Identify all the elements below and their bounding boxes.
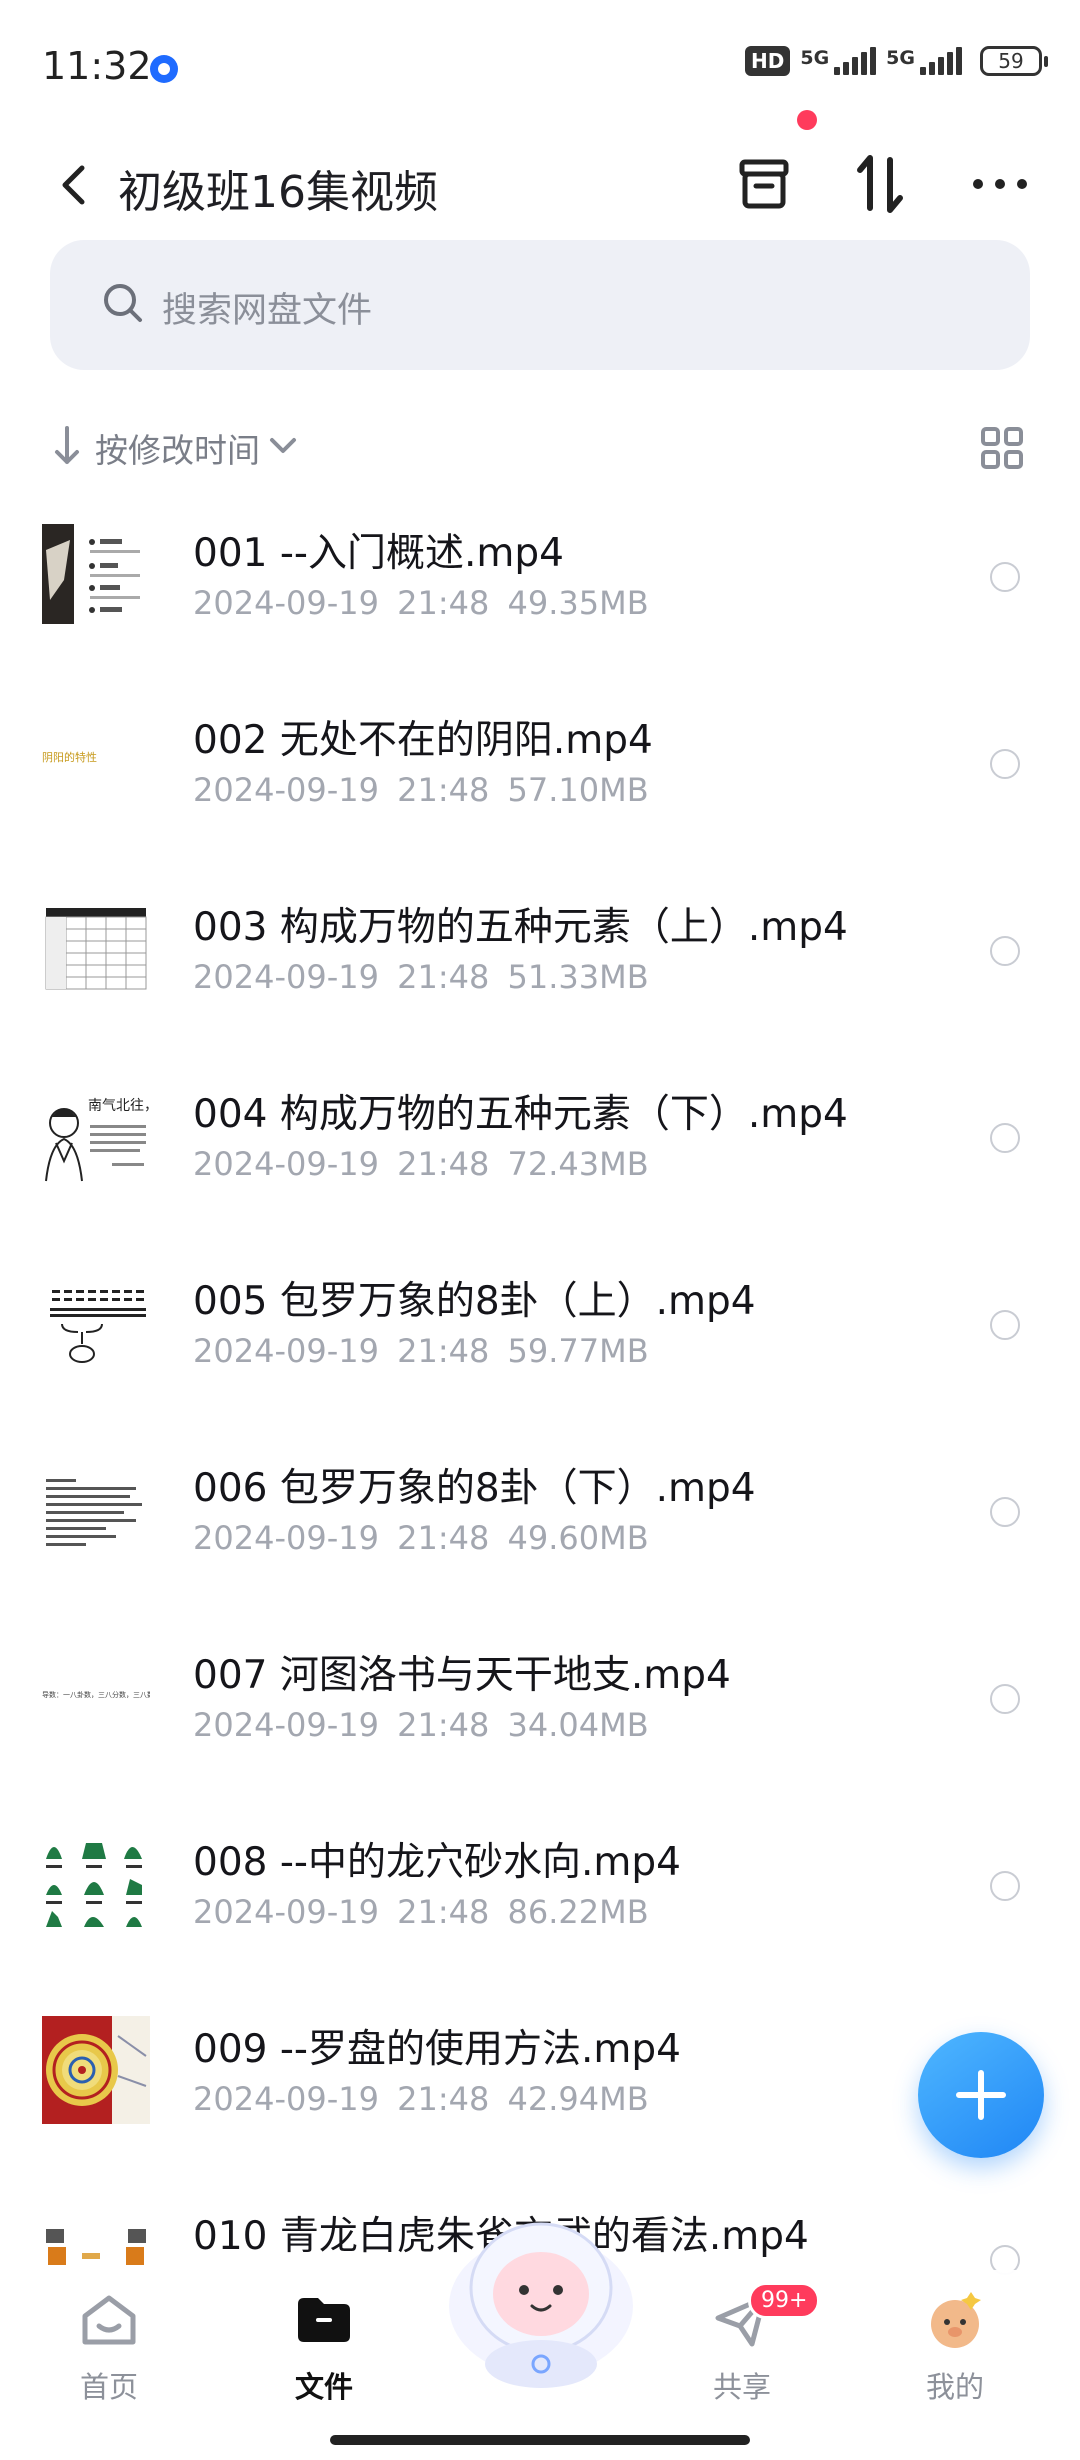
thumbnail-text: 导数：一八卦数，三八分数，三八数数	[42, 1691, 150, 1699]
network-type-label: 5G	[886, 47, 915, 69]
file-name: 001 --入门概述.mp4	[193, 531, 564, 576]
nav-home[interactable]: 首页	[39, 2288, 179, 2428]
file-row[interactable]: 导数：一八卦数，三八分数，三八数数 007 河图洛书与天干地支.mp4 2024…	[0, 1642, 1080, 1829]
select-checkbox[interactable]	[990, 936, 1020, 966]
hd-voice-icon: HD	[745, 46, 791, 76]
file-name: 007 河图洛书与天干地支.mp4	[193, 1653, 731, 1698]
video-thumbnail: 阴阳的特性	[42, 707, 150, 815]
select-checkbox[interactable]	[990, 562, 1020, 592]
nav-files[interactable]: 文件	[254, 2288, 394, 2428]
mascot-button[interactable]	[436, 2196, 646, 2396]
file-row[interactable]: 001 --入门概述.mp4 2024-09-19 21:48 49.35MB	[0, 520, 1080, 707]
file-name: 008 --中的龙穴砂水向.mp4	[193, 1840, 681, 1885]
file-name: 002 无处不在的阴阳.mp4	[193, 718, 653, 763]
file-meta: 2024-09-19 21:48 57.10MB	[193, 771, 649, 809]
nav-mine[interactable]: 我的	[885, 2288, 1025, 2428]
nav-share-label: 共享	[712, 2370, 771, 2404]
status-time: 11:32	[42, 44, 152, 88]
nav-mine-label: 我的	[925, 2370, 984, 2404]
sort-order-icon[interactable]	[848, 152, 912, 216]
title-bar: 初级班16集视频	[0, 130, 1080, 240]
file-meta: 2024-09-19 21:48 59.77MB	[193, 1332, 649, 1370]
search-icon	[104, 284, 142, 322]
more-icon[interactable]	[968, 152, 1032, 216]
app-notification-icon	[150, 55, 178, 83]
page-title: 初级班16集视频	[118, 167, 438, 218]
video-thumbnail	[42, 894, 150, 1002]
select-checkbox[interactable]	[990, 1123, 1020, 1153]
folder-icon	[298, 2298, 350, 2342]
nav-share[interactable]: 共享 99+	[672, 2282, 821, 2428]
video-thumbnail	[42, 2016, 150, 2124]
file-name: 003 构成万物的五种元素（上）.mp4	[193, 905, 848, 950]
signal-icon-sim2: 5G	[886, 47, 962, 75]
transfer-box-icon[interactable]	[732, 152, 796, 216]
file-meta: 2024-09-19 21:48 51.33MB	[193, 958, 649, 996]
select-checkbox[interactable]	[990, 1871, 1020, 1901]
network-type-label: 5G	[800, 47, 830, 69]
select-checkbox[interactable]	[990, 749, 1020, 779]
select-checkbox[interactable]	[990, 1310, 1020, 1340]
home-icon	[82, 2295, 136, 2345]
search-input[interactable]: 搜索网盘文件	[50, 240, 1030, 370]
status-indicators: HD 5G 5G 59	[745, 46, 1048, 76]
file-row[interactable]: 008 --中的龙穴砂水向.mp4 2024-09-19 21:48 86.22…	[0, 1829, 1080, 2016]
share-badge: 99+	[748, 2282, 821, 2319]
file-meta: 2024-09-19 21:48 49.35MB	[193, 584, 649, 622]
arrow-down-icon[interactable]	[52, 424, 82, 468]
file-meta: 2024-09-19 21:48 42.94MB	[193, 2080, 649, 2118]
sort-by-modified-button[interactable]: 按修改时间	[95, 424, 260, 472]
file-name: 009 --罗盘的使用方法.mp4	[193, 2027, 681, 2072]
notification-dot	[797, 110, 817, 130]
file-meta: 2024-09-19 21:48 49.60MB	[193, 1519, 649, 1557]
file-row[interactable]: 南气北往，天 004 构成万物的五种元素（下）.mp4 2024-09-19 2…	[0, 1081, 1080, 1268]
file-name: 004 构成万物的五种元素（下）.mp4	[193, 1092, 848, 1137]
video-thumbnail: 导数：一八卦数，三八分数，三八数数	[42, 1642, 150, 1750]
video-thumbnail	[42, 1268, 150, 1376]
status-bar: 11:32 HD 5G 5G 59	[0, 0, 1080, 135]
thumbnail-text: 南气北往，天	[88, 1098, 150, 1114]
signal-icon-sim1: 5G	[800, 47, 877, 75]
video-thumbnail	[42, 1829, 150, 1937]
sort-bar: 按修改时间	[0, 410, 1080, 490]
select-checkbox[interactable]	[990, 1497, 1020, 1527]
video-thumbnail	[42, 1455, 150, 1563]
file-meta: 2024-09-19 21:48 86.22MB	[193, 1893, 649, 1931]
file-row[interactable]: 阴阳的特性 002 无处不在的阴阳.mp4 2024-09-19 21:48 5…	[0, 707, 1080, 894]
select-checkbox[interactable]	[990, 1684, 1020, 1714]
file-name: 005 包罗万象的8卦（上）.mp4	[193, 1279, 756, 1324]
file-name: 006 包罗万象的8卦（下）.mp4	[193, 1466, 756, 1511]
add-button[interactable]	[918, 2032, 1044, 2158]
video-thumbnail	[42, 520, 150, 628]
nav-home-label: 首页	[79, 2370, 138, 2404]
battery-icon: 59	[980, 46, 1048, 76]
grid-view-icon[interactable]	[980, 426, 1024, 470]
file-meta: 2024-09-19 21:48 72.43MB	[193, 1145, 649, 1183]
search-placeholder: 搜索网盘文件	[162, 291, 373, 331]
thumbnail-text: 阴阳的特性	[42, 751, 97, 764]
video-thumbnail: 南气北往，天	[42, 1081, 150, 1189]
nav-files-label: 文件	[294, 2370, 353, 2404]
chevron-down-icon[interactable]	[268, 434, 298, 458]
home-indicator[interactable]	[330, 2435, 750, 2445]
file-row[interactable]: 003 构成万物的五种元素（上）.mp4 2024-09-19 21:48 51…	[0, 894, 1080, 1081]
file-row[interactable]: 009 --罗盘的使用方法.mp4 2024-09-19 21:48 42.94…	[0, 2016, 1080, 2203]
file-row[interactable]: 006 包罗万象的8卦（下）.mp4 2024-09-19 21:48 49.6…	[0, 1455, 1080, 1642]
file-row[interactable]: 005 包罗万象的8卦（上）.mp4 2024-09-19 21:48 59.7…	[0, 1268, 1080, 1455]
file-meta: 2024-09-19 21:48 34.04MB	[193, 1706, 649, 1744]
avatar	[931, 2292, 981, 2348]
plus-icon	[956, 2070, 1006, 2120]
back-icon[interactable]	[50, 160, 100, 210]
